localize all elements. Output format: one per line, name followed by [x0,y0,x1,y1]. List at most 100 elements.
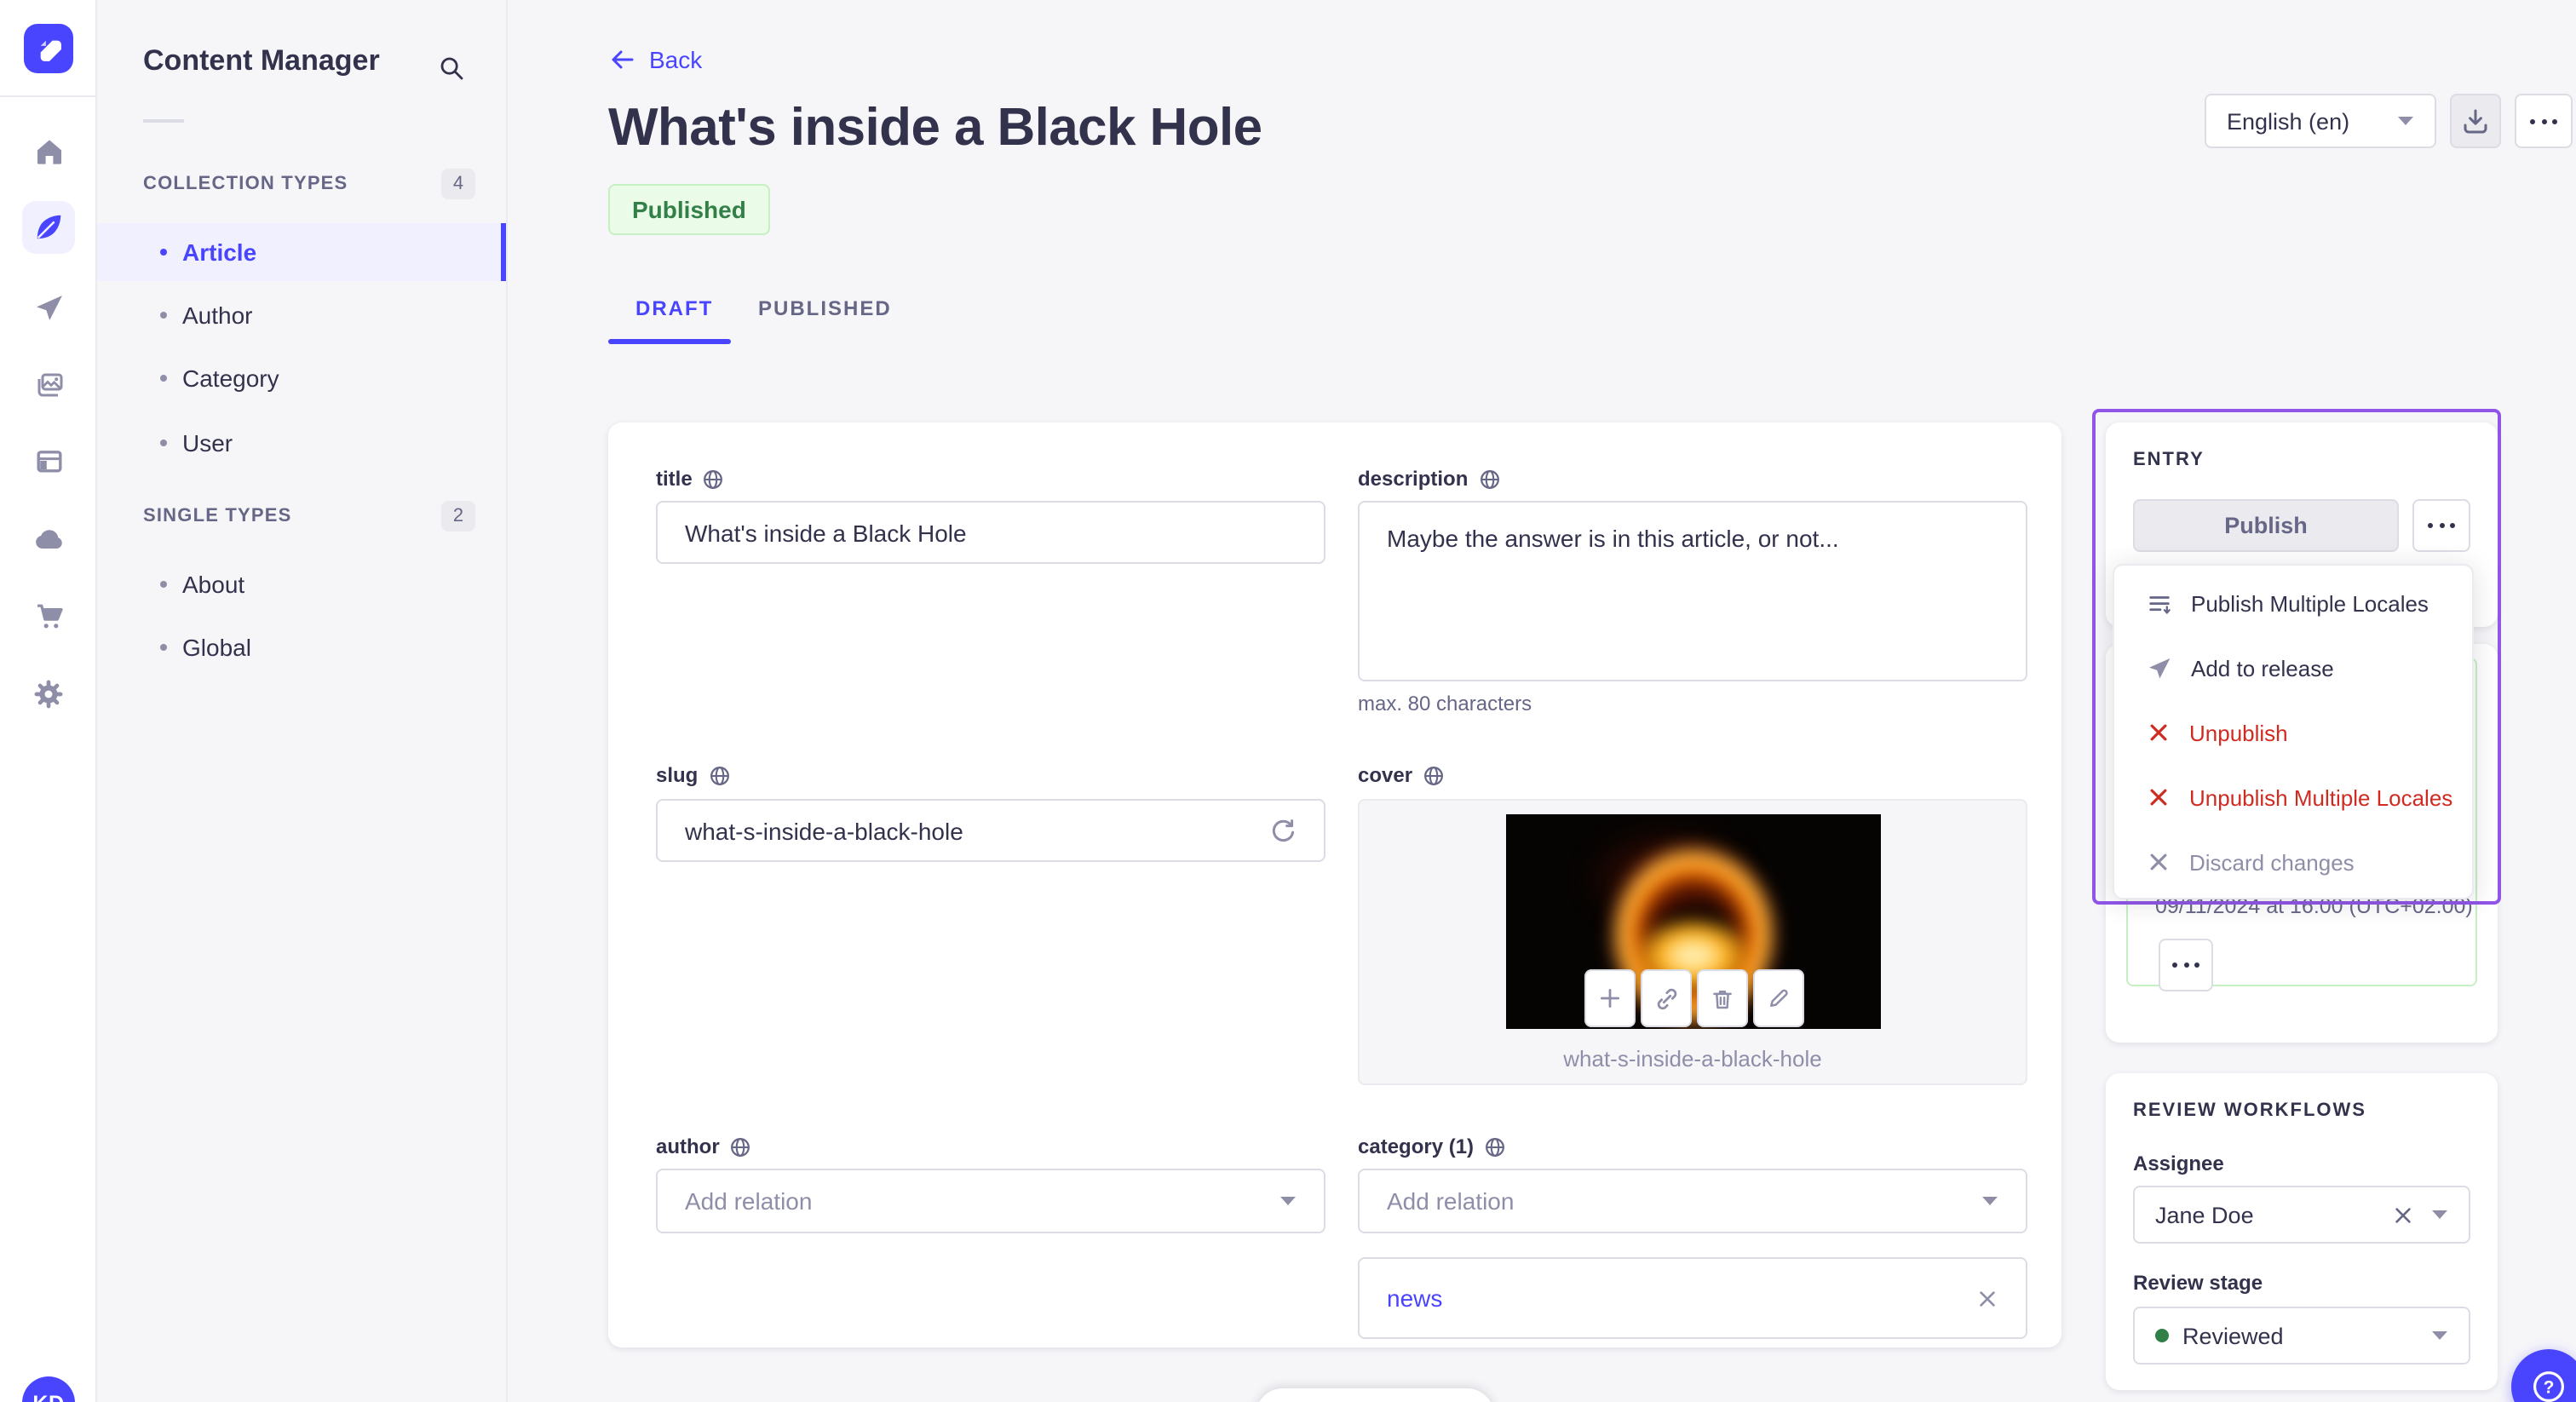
sidebar-item-global[interactable]: Global [97,618,506,676]
subnav-title: Content Manager [143,44,380,77]
menu-item-unpublish[interactable]: Unpublish [2114,700,2472,765]
help-icon: ? [2533,1371,2564,1402]
stage-status-dot [2155,1329,2169,1342]
single-types-count-badge: 2 [441,501,475,531]
menu-item-publish-multiple-locales[interactable]: Publish Multiple Locales [2114,571,2472,635]
category-field-label: category (1) [1358,1135,2027,1158]
regenerate-icon[interactable] [1269,817,1297,844]
label-text: author [656,1135,720,1158]
description-textarea[interactable]: Maybe the answer is in this article, or … [1358,501,2027,681]
add-media-button[interactable] [1584,969,1636,1027]
sidebar-item-author[interactable]: Author [97,286,506,344]
entry-more-button[interactable] [2412,499,2470,552]
category-placeholder: Add relation [1387,1187,1515,1215]
status-badge: Published [608,184,770,235]
nav-settings-button[interactable] [22,668,75,721]
sidebar-item-label: User [182,429,233,457]
nav-media-library-button[interactable] [22,358,75,411]
strapi-logo-icon [40,40,61,61]
cover-field-label: cover [1358,763,2027,787]
label-text: description [1358,467,1469,491]
back-link[interactable]: Back [608,46,702,73]
bullet-icon [160,440,167,446]
relation-link-news[interactable]: news [1387,1284,1442,1312]
edit-media-button[interactable] [1753,969,1804,1027]
scheduled-more-button[interactable] [2159,939,2213,991]
description-hint: max. 80 characters [1358,692,1532,715]
sidebar-item-article[interactable]: Article [97,223,506,281]
edit-form-card: title What's inside a Black Hole descrip… [608,422,2061,1347]
publish-options-menu: Publish Multiple Locales Add to release … [2113,564,2474,899]
sidebar-item-category[interactable]: Category [97,349,506,407]
page-title: What's inside a Black Hole [608,97,1262,157]
strapi-logo[interactable] [24,24,73,73]
slug-input[interactable]: what-s-inside-a-black-hole [656,799,1325,862]
nav-home-button[interactable] [22,124,75,177]
delete-media-button[interactable] [1697,969,1748,1027]
sidebar-item-about[interactable]: About [97,555,506,613]
pencil-icon [1770,989,1788,1007]
label-text: category (1) [1358,1135,1475,1158]
author-placeholder: Add relation [685,1187,813,1215]
content-manager-subnav: Content Manager COLLECTION TYPES 4 Artic… [97,0,508,1402]
remove-relation-icon[interactable] [1976,1287,1998,1309]
sidebar-item-user[interactable]: User [97,414,506,472]
nav-releases-button[interactable] [22,281,75,334]
menu-item-add-to-release[interactable]: Add to release [2114,635,2472,700]
chevron-down-icon [1280,1197,1296,1205]
menu-item-label: Unpublish [2189,720,2288,745]
menu-item-unpublish-multiple-locales[interactable]: Unpublish Multiple Locales [2114,765,2472,830]
header-more-button[interactable] [2515,94,2573,148]
globe-icon [1486,1137,1505,1156]
arrow-left-icon [612,50,634,69]
cart-icon [37,603,62,628]
review-workflows-card: REVIEW WORKFLOWS Assignee Jane Doe Revie… [2106,1073,2498,1390]
nav-content-manager-button[interactable] [22,201,75,254]
bullet-icon [160,644,167,651]
slug-field-label: slug [656,763,1325,787]
category-relation-select[interactable]: Add relation [1358,1169,2027,1233]
title-field-label: title [656,467,1325,491]
menu-item-label: Discard changes [2189,849,2355,875]
menu-item-label: Publish Multiple Locales [2191,590,2429,616]
nav-marketplace-button[interactable] [22,589,75,642]
tab-published[interactable]: PUBLISHED [758,296,892,320]
bottom-expander-pill[interactable] [1256,1388,1494,1402]
cross-icon [2150,724,2167,741]
locale-value: English (en) [2227,108,2350,134]
locale-select[interactable]: English (en) [2205,94,2436,148]
description-value: Maybe the answer is in this article, or … [1387,525,1839,552]
bullet-icon [160,375,167,382]
help-button[interactable]: ? [2511,1349,2576,1402]
paper-plane-icon [36,295,61,319]
back-label: Back [649,46,703,73]
globe-icon [704,469,723,488]
clear-icon[interactable] [2392,1204,2414,1226]
nav-cloud-button[interactable] [22,513,75,566]
sidebar-item-label: Author [182,302,253,329]
globe-icon [710,766,729,784]
globe-icon [1424,766,1444,784]
label-text: cover [1358,763,1413,787]
home-icon [37,139,60,164]
search-button[interactable] [429,46,474,90]
publish-button[interactable]: Publish [2133,499,2399,552]
user-avatar[interactable]: KD [22,1376,75,1402]
menu-item-discard-changes[interactable]: Discard changes [2114,830,2472,894]
plus-icon [1600,988,1620,1008]
label-text: slug [656,763,699,787]
tab-draft[interactable]: DRAFT [635,296,713,320]
author-relation-select[interactable]: Add relation [656,1169,1325,1233]
feather-icon [37,215,61,239]
title-input[interactable]: What's inside a Black Hole [656,501,1325,564]
assignee-select[interactable]: Jane Doe [2133,1186,2470,1244]
trash-icon [1713,990,1732,1008]
copy-link-button[interactable] [1641,969,1692,1027]
nav-content-type-builder-button[interactable] [22,434,75,487]
cover-actions [1584,969,1804,1027]
bullet-icon [160,581,167,588]
sidebar-item-label: Category [182,365,279,392]
bullet-icon [160,312,167,319]
review-stage-select[interactable]: Reviewed [2133,1307,2470,1365]
download-button[interactable] [2450,94,2501,148]
